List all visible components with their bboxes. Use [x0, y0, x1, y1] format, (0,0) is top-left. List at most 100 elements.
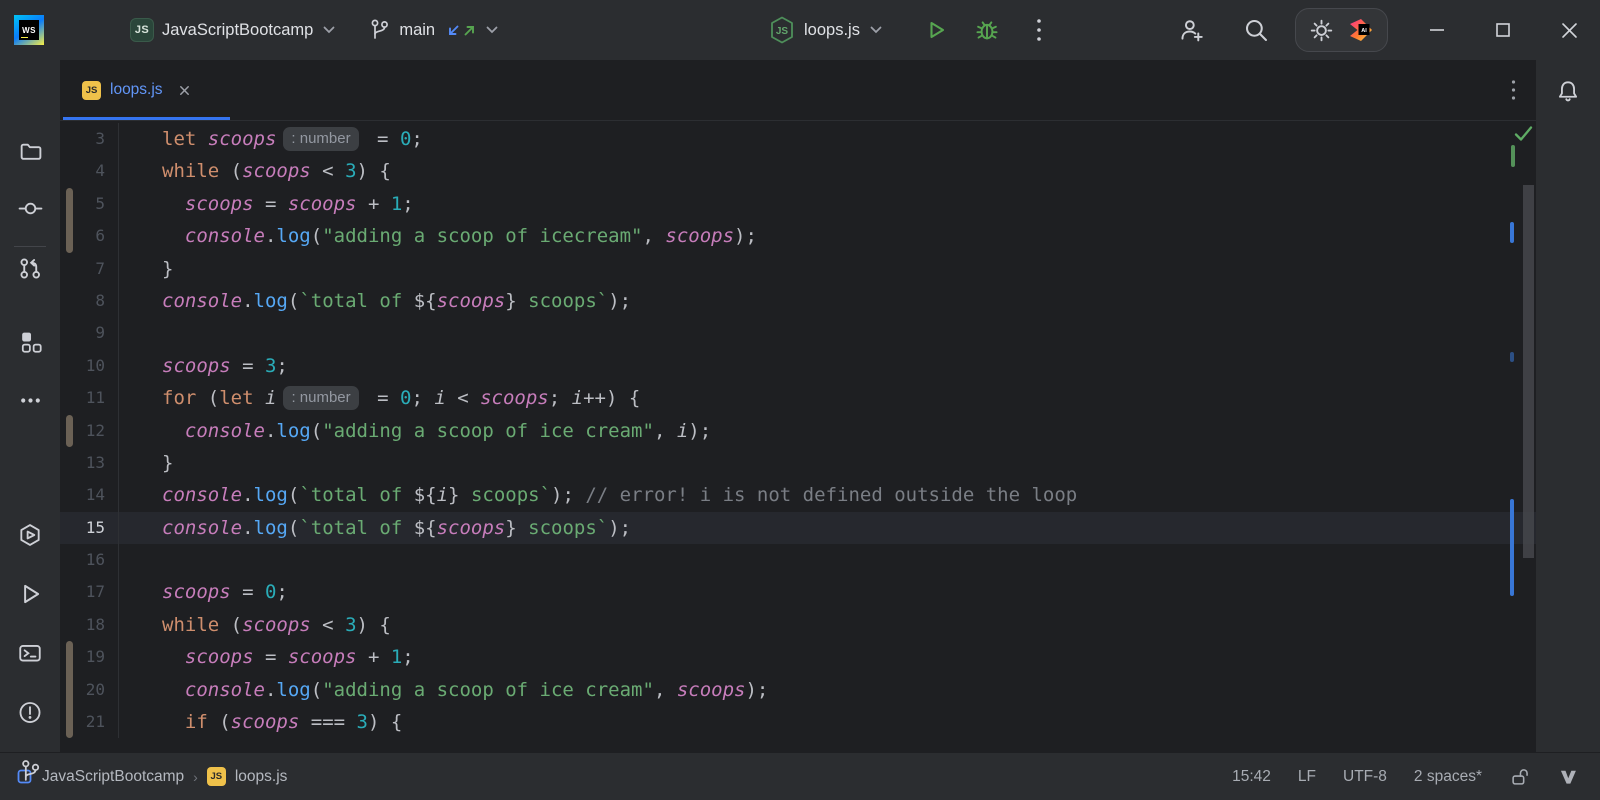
- gutter[interactable]: 20: [60, 673, 162, 707]
- code-text[interactable]: scoops = scoops + 1;: [162, 641, 414, 673]
- code-line[interactable]: 18 while (scoops < 3) {: [60, 608, 1536, 642]
- line-number[interactable]: 7: [60, 253, 105, 285]
- code-text[interactable]: }: [162, 447, 173, 479]
- terminal-icon[interactable]: [17, 640, 43, 666]
- status-indent[interactable]: 2 spaces*: [1414, 768, 1482, 786]
- code-line[interactable]: 7}: [60, 252, 1536, 285]
- gutter[interactable]: 9: [60, 317, 162, 350]
- code-text[interactable]: let scoops: number = 0;: [162, 123, 423, 155]
- gutter[interactable]: 17: [60, 576, 162, 609]
- code-text[interactable]: console.log("adding a scoop of icecream"…: [162, 220, 757, 252]
- gutter[interactable]: 14: [60, 479, 162, 512]
- line-number[interactable]: 13: [60, 447, 105, 479]
- settings-gear-icon[interactable]: [1309, 18, 1334, 43]
- gutter[interactable]: 11: [60, 382, 162, 415]
- line-number[interactable]: 15: [60, 512, 105, 544]
- code-line[interactable]: 6 console.log("adding a scoop of icecrea…: [60, 220, 1536, 253]
- breadcrumb-project[interactable]: JavaScriptBootcamp: [42, 768, 184, 786]
- tab-loops-js[interactable]: JS loops.js: [63, 60, 230, 120]
- more-tool-windows-icon[interactable]: [17, 387, 43, 413]
- code-with-me-icon[interactable]: [1175, 13, 1209, 47]
- commit-icon[interactable]: [17, 195, 43, 221]
- maximize-button[interactable]: [1486, 13, 1520, 47]
- code-text[interactable]: console.log(`total of ${scoops} scoops`)…: [162, 285, 631, 317]
- gutter[interactable]: 3: [60, 123, 162, 156]
- line-number[interactable]: 16: [60, 544, 105, 576]
- code-text[interactable]: scoops = 3;: [162, 350, 288, 382]
- line-number[interactable]: 11: [60, 382, 105, 414]
- gutter[interactable]: 18: [60, 608, 162, 642]
- code-line[interactable]: 9: [60, 317, 1536, 350]
- readonly-lock-icon[interactable]: [1509, 766, 1531, 788]
- code-line[interactable]: 12 console.log("adding a scoop of ice cr…: [60, 414, 1536, 447]
- run-configuration-widget[interactable]: JS loops.js: [768, 15, 882, 45]
- code-text[interactable]: scoops = 0;: [162, 576, 288, 608]
- code-line[interactable]: 16: [60, 544, 1536, 577]
- line-number[interactable]: 20: [60, 674, 105, 706]
- version-control-icon[interactable]: [17, 757, 43, 783]
- code-text[interactable]: while (scoops < 3) {: [162, 155, 391, 187]
- main-menu-icon[interactable]: [72, 20, 98, 40]
- code-line[interactable]: 20 console.log("adding a scoop of ice cr…: [60, 673, 1536, 707]
- line-number[interactable]: 18: [60, 609, 105, 641]
- run-button[interactable]: [918, 13, 952, 47]
- line-number[interactable]: 8: [60, 285, 105, 317]
- line-number[interactable]: 5: [60, 188, 105, 220]
- status-time[interactable]: 15:42: [1232, 768, 1271, 786]
- services-icon[interactable]: [17, 522, 43, 548]
- gutter[interactable]: 12: [60, 414, 162, 447]
- line-number[interactable]: 17: [60, 576, 105, 608]
- code-line[interactable]: 8 console.log(`total of ${scoops} scoops`…: [60, 284, 1536, 318]
- inspections-widget[interactable]: [1514, 124, 1533, 143]
- code-text[interactable]: for (let i: number = 0; i < scoops; i++)…: [162, 382, 640, 414]
- gutter[interactable]: 16: [60, 544, 162, 577]
- code-text[interactable]: }: [162, 253, 173, 285]
- search-everywhere-icon[interactable]: [1239, 13, 1273, 47]
- gutter[interactable]: 15: [60, 511, 162, 545]
- ideavim-icon[interactable]: [1558, 767, 1578, 787]
- line-number[interactable]: 10: [60, 350, 105, 382]
- gutter[interactable]: 10: [60, 349, 162, 383]
- line-number[interactable]: 12: [60, 415, 105, 447]
- code-text[interactable]: console.log("adding a scoop of ice cream…: [162, 415, 711, 447]
- line-number[interactable]: 9: [60, 317, 105, 349]
- gutter[interactable]: 13: [60, 446, 162, 480]
- gutter[interactable]: 21: [60, 706, 162, 739]
- close-button[interactable]: [1552, 13, 1586, 47]
- code-line[interactable]: 11 for (let i: number = 0; i < scoops; i+…: [60, 382, 1536, 415]
- tab-close-icon[interactable]: [178, 84, 191, 97]
- code-line[interactable]: 15 console.log(`total of ${scoops} scoops…: [60, 511, 1536, 545]
- project-widget[interactable]: JS JavaScriptBootcamp: [130, 18, 335, 42]
- gutter[interactable]: 7: [60, 252, 162, 285]
- gutter[interactable]: 19: [60, 641, 162, 674]
- line-number[interactable]: 4: [60, 155, 105, 187]
- minimize-button[interactable]: [1420, 13, 1454, 47]
- code-text[interactable]: console.log("adding a scoop of ice cream…: [162, 674, 768, 706]
- code-line[interactable]: 17 scoops = 0;: [60, 576, 1536, 609]
- code-line[interactable]: 3 let scoops: number = 0;: [60, 123, 1536, 156]
- line-number[interactable]: 3: [60, 123, 105, 155]
- scrollbar-thumb[interactable]: [1523, 185, 1534, 558]
- line-number[interactable]: 19: [60, 641, 105, 673]
- run-tool-window-icon[interactable]: [17, 581, 43, 607]
- code-line[interactable]: 14 console.log(`total of ${i} scoops`); /…: [60, 479, 1536, 512]
- code-line[interactable]: 13}: [60, 446, 1536, 480]
- code-text[interactable]: scoops = scoops + 1;: [162, 188, 414, 220]
- gutter[interactable]: 6: [60, 220, 162, 253]
- line-number[interactable]: 6: [60, 220, 105, 252]
- pull-requests-icon[interactable]: [17, 255, 43, 281]
- gutter[interactable]: 8: [60, 284, 162, 318]
- code-text[interactable]: console.log(`total of ${scoops} scoops`)…: [162, 512, 631, 544]
- problems-icon[interactable]: [17, 699, 43, 725]
- code-line[interactable]: 4 while (scoops < 3) {: [60, 155, 1536, 188]
- code-line[interactable]: 19 scoops = scoops + 1;: [60, 641, 1536, 674]
- code-line[interactable]: 5 scoops = scoops + 1;: [60, 187, 1536, 221]
- status-line-ending[interactable]: LF: [1298, 768, 1316, 786]
- gutter[interactable]: 4: [60, 155, 162, 188]
- code-text[interactable]: while (scoops < 3) {: [162, 609, 391, 641]
- line-number[interactable]: 21: [60, 706, 105, 738]
- debug-button[interactable]: [970, 13, 1004, 47]
- code-editor[interactable]: 3 let scoops: number = 0; 4 while (scoops <…: [60, 121, 1536, 752]
- status-encoding[interactable]: UTF-8: [1343, 768, 1387, 786]
- tab-options-kebab-icon[interactable]: [1511, 79, 1516, 101]
